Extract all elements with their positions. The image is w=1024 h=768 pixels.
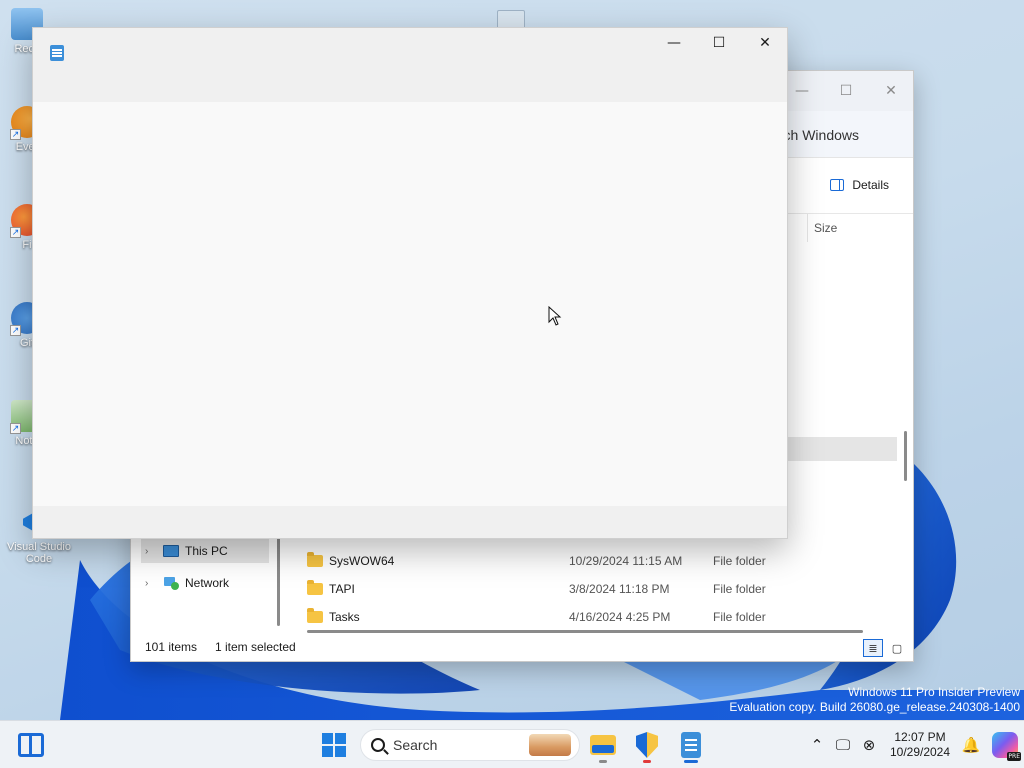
minimize-button[interactable]: —	[651, 28, 697, 58]
nav-item-network[interactable]: › Network	[141, 571, 269, 595]
running-indicator	[643, 760, 651, 763]
notification-bell-icon[interactable]: 🔔	[958, 736, 984, 754]
volume-muted-icon[interactable]: ⊗	[856, 736, 882, 754]
taskbar-file-explorer[interactable]	[587, 729, 619, 763]
nav-pane-splitter[interactable]	[277, 536, 280, 626]
explorer-maximize-button[interactable]: ☐	[831, 77, 861, 105]
details-pane-button[interactable]: Details	[830, 178, 889, 192]
file-explorer-icon	[590, 735, 616, 755]
file-type: File folder	[713, 610, 766, 624]
chevron-right-icon[interactable]: ›	[145, 546, 157, 557]
clock-date: 10/29/2024	[889, 745, 951, 759]
column-header-size[interactable]: Size	[807, 214, 897, 242]
watermark-line-2: Evaluation copy. Build 26080.ge_release.…	[729, 700, 1020, 714]
editor-area[interactable]	[33, 102, 787, 506]
file-name: Tasks	[329, 610, 360, 624]
shield-icon	[636, 732, 658, 758]
file-name: SysWOW64	[329, 554, 395, 568]
notepad-titlebar[interactable]: — ☐ ✕	[33, 28, 787, 102]
table-row[interactable]: Tasks 4/16/2024 4:25 PM File folder	[307, 603, 907, 631]
computer-icon	[163, 545, 179, 557]
show-hidden-icons-chevron-icon[interactable]: ⌃	[804, 736, 830, 754]
explorer-close-button[interactable]: ✕	[876, 77, 906, 105]
file-type: File folder	[713, 582, 766, 596]
taskbar: Search ⌃ 🖵 ⊗ 12:07 PM 10/29/2024 🔔	[0, 720, 1024, 768]
explorer-search-box[interactable]: ch Windows	[784, 127, 859, 143]
windows-logo-icon	[322, 733, 333, 744]
start-button[interactable]	[322, 733, 346, 757]
search-placeholder: Search	[393, 737, 438, 753]
vertical-scrollbar[interactable]	[904, 431, 907, 481]
taskbar-search[interactable]: Search	[360, 729, 580, 761]
file-date: 10/29/2024 11:15 AM	[569, 554, 683, 568]
notepad-icon	[50, 45, 64, 61]
file-date: 3/8/2024 11:18 PM	[569, 582, 670, 596]
system-tray: ⌃ 🖵 ⊗ 12:07 PM 10/29/2024 🔔	[804, 721, 1024, 768]
maximize-button[interactable]: ☐	[696, 28, 742, 58]
search-highlight-image	[529, 734, 571, 756]
file-name: TAPI	[329, 582, 355, 596]
notepad-status-bar	[33, 506, 787, 538]
notepad-window[interactable]: — ☐ ✕	[32, 27, 788, 539]
widgets-icon[interactable]	[18, 733, 44, 757]
taskbar-security[interactable]	[631, 729, 663, 763]
details-label: Details	[852, 178, 889, 192]
details-pane-icon	[830, 179, 845, 191]
clock[interactable]: 12:07 PM 10/29/2024	[882, 730, 958, 760]
copilot-icon[interactable]	[992, 732, 1021, 761]
table-row[interactable]: TAPI 3/8/2024 11:18 PM File folder	[307, 575, 907, 603]
network-icon	[163, 576, 179, 590]
clock-time: 12:07 PM	[894, 730, 946, 744]
taskbar-notepad[interactable]	[675, 729, 707, 763]
table-row[interactable]: SysWOW64 10/29/2024 11:15 AM File folder	[307, 547, 907, 575]
explorer-status-bar: 101 items 1 item selected ≣ ▢	[131, 633, 913, 661]
tiles-view-button[interactable]: ▢	[887, 639, 907, 657]
selected-row-highlight[interactable]	[781, 437, 897, 461]
mouse-cursor-icon	[548, 306, 562, 326]
search-icon	[371, 738, 385, 752]
desktop-icon-label: Visual Studio Code	[6, 541, 71, 565]
folder-icon	[307, 608, 323, 623]
nav-item-this-pc[interactable]: › This PC	[141, 539, 269, 563]
chevron-right-icon[interactable]: ›	[145, 578, 157, 589]
nav-label: Network	[185, 576, 230, 590]
folder-icon	[307, 580, 323, 595]
active-indicator	[684, 760, 698, 763]
folder-icon	[307, 552, 323, 567]
navigation-pane: › This PC › Network	[131, 536, 277, 636]
running-indicator	[599, 760, 607, 763]
item-count: 101 items	[145, 640, 198, 654]
nav-label: This PC	[185, 544, 228, 558]
view-toggle: ≣ ▢	[863, 639, 907, 657]
file-type: File folder	[713, 554, 766, 568]
close-button[interactable]: ✕	[742, 28, 788, 58]
evaluation-watermark: Windows 11 Pro Insider Preview Evaluatio…	[729, 685, 1020, 715]
notepad-icon	[681, 732, 701, 758]
details-view-button[interactable]: ≣	[863, 639, 883, 657]
selection-count: 1 item selected	[215, 640, 296, 654]
explorer-minimize-button[interactable]: —	[787, 77, 817, 105]
file-date: 4/16/2024 4:25 PM	[569, 610, 671, 624]
watermark-line-1: Windows 11 Pro Insider Preview	[848, 685, 1020, 699]
network-status-icon[interactable]: 🖵	[830, 736, 856, 754]
